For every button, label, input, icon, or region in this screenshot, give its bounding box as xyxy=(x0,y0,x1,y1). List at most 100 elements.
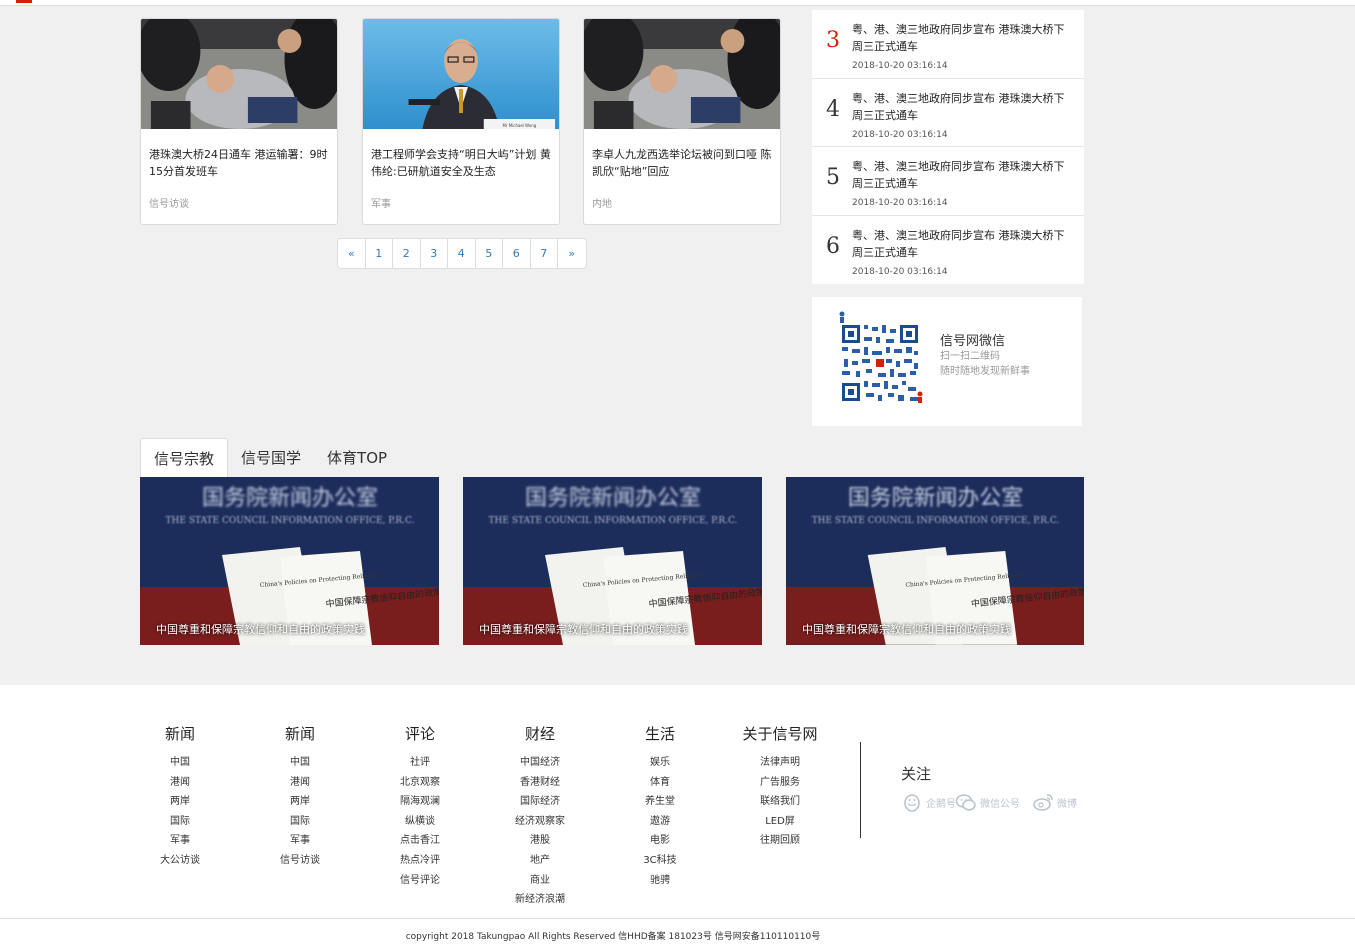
page-2-button[interactable]: 2 xyxy=(393,239,421,268)
footer-link[interactable]: 大公访谈 xyxy=(125,851,235,871)
ranking-item[interactable]: 4 粤、港、澳三地政府同步宣布 港珠澳大桥下周三正式通车 2018-10-20 … xyxy=(812,79,1084,147)
news-card[interactable]: Mr Michael Wong 港工程师学会支持“明日大屿”计划 黄伟纶:已研航… xyxy=(362,18,560,225)
footer-link[interactable]: 点击香江 xyxy=(365,831,475,851)
ranking-item[interactable]: 5 粤、港、澳三地政府同步宣布 港珠澳大桥下周三正式通车 2018-10-20 … xyxy=(812,147,1084,216)
banner-heading-cn: 国务院新闻办公室 xyxy=(848,486,1023,511)
footer-link[interactable]: 联络我们 xyxy=(725,792,835,812)
social-weibo[interactable]: 微博 xyxy=(1032,791,1077,813)
page-6-button[interactable]: 6 xyxy=(503,239,531,268)
social-wechat[interactable]: 微信公号 xyxy=(955,791,1020,813)
penguin-icon xyxy=(904,794,920,812)
copyright-text: copyright 2018 Takungpao All Rights Rese… xyxy=(405,932,821,942)
page-prev-button[interactable]: « xyxy=(338,239,366,268)
footer-link[interactable]: 遨游 xyxy=(605,812,715,832)
footer-link[interactable]: 驰骋 xyxy=(605,871,715,891)
card-category[interactable]: 信号访谈 xyxy=(149,195,189,210)
site-footer: 新闻 中国 港闻 两岸 国际 军事 大公访谈 新闻 中国 港闻 两岸 国际 军事… xyxy=(0,685,1355,948)
banner-heading-en: THE STATE COUNCIL INFORMATION OFFICE, P.… xyxy=(166,516,415,526)
feature-caption[interactable]: 中国尊重和保障宗教信仰和自由的政策实践 xyxy=(479,621,688,637)
footer-link[interactable]: 信号访谈 xyxy=(245,851,355,871)
footer-link[interactable]: 社评 xyxy=(365,753,475,773)
follow-label: 关注 xyxy=(901,765,932,783)
wechat-line-2: 随时随地发现新鲜事 xyxy=(940,366,1030,377)
footer-link[interactable]: 体育 xyxy=(605,773,715,793)
feature-banner[interactable]: 国务院新闻办公室 THE STATE COUNCIL INFORMATION O… xyxy=(463,477,762,645)
rank-title[interactable]: 粤、港、澳三地政府同步宣布 港珠澳大桥下周三正式通车 xyxy=(852,21,1066,55)
footer-link[interactable]: 国际经济 xyxy=(485,792,595,812)
page-5-button[interactable]: 5 xyxy=(476,239,503,268)
news-photo-scuffle xyxy=(141,19,337,129)
press-conference-image: 国务院新闻办公室 THE STATE COUNCIL INFORMATION O… xyxy=(786,477,1084,645)
feature-banner[interactable]: 国务院新闻办公室 THE STATE COUNCIL INFORMATION O… xyxy=(140,477,439,645)
news-card[interactable]: 李卓人九龙西选举论坛被问到口哑 陈凯欣“贴地”回应 内地 xyxy=(583,18,781,225)
wechat-subtitle: 扫一扫二维码 随时随地发现新鲜事 xyxy=(940,349,1030,379)
footer-link[interactable]: 两岸 xyxy=(125,792,235,812)
footer-link[interactable]: 港闻 xyxy=(125,773,235,793)
wechat-icon xyxy=(955,794,976,811)
footer-link[interactable]: 纵横谈 xyxy=(365,812,475,832)
card-title[interactable]: 港珠澳大桥24日通车 港运输署：9时15分首发班车 xyxy=(149,146,329,180)
rank-number: 3 xyxy=(826,28,840,53)
ranking-item[interactable]: 3 粤、港、澳三地政府同步宣布 港珠澳大桥下周三正式通车 2018-10-20 … xyxy=(812,10,1084,79)
page-7-button[interactable]: 7 xyxy=(531,239,558,268)
footer-link[interactable]: 热点冷评 xyxy=(365,851,475,871)
ranking-item[interactable]: 6 粤、港、澳三地政府同步宣布 港珠澳大桥下周三正式通车 2018-10-20 … xyxy=(812,216,1084,285)
rank-number: 4 xyxy=(826,96,840,122)
footer-link[interactable]: 广告服务 xyxy=(725,773,835,793)
page-1-button[interactable]: 1 xyxy=(366,239,393,268)
footer-link[interactable]: 法律声明 xyxy=(725,753,835,773)
topic-tabs: 信号宗教 信号国学 体育TOP xyxy=(140,438,400,477)
social-label: 企鹅号 xyxy=(926,798,956,810)
footer-link[interactable]: 娱乐 xyxy=(605,753,715,773)
footer-link[interactable]: 军事 xyxy=(125,831,235,851)
footer-link[interactable]: 新经济浪潮 xyxy=(485,890,595,910)
footer-link[interactable]: 军事 xyxy=(245,831,355,851)
footer-link[interactable]: 商业 xyxy=(485,871,595,891)
banner-heading-en: THE STATE COUNCIL INFORMATION OFFICE, P.… xyxy=(812,516,1060,526)
footer-column-news-2: 新闻 中国 港闻 两岸 国际 军事 信号访谈 xyxy=(245,723,355,871)
banner-heading-cn: 国务院新闻办公室 xyxy=(202,486,378,511)
footer-link[interactable]: 往期回顾 xyxy=(725,831,835,851)
footer-link[interactable]: 港股 xyxy=(485,831,595,851)
footer-link[interactable]: 港闻 xyxy=(245,773,355,793)
press-conference-image: 国务院新闻办公室 THE STATE COUNCIL INFORMATION O… xyxy=(140,477,439,645)
footer-link[interactable]: 信号评论 xyxy=(365,871,475,891)
card-category[interactable]: 内地 xyxy=(592,195,612,210)
footer-link[interactable]: 中国 xyxy=(245,753,355,773)
feature-caption[interactable]: 中国尊重和保障宗教信仰和自由的政策实践 xyxy=(802,621,1011,637)
news-photo-speaker: Mr Michael Wong xyxy=(363,19,559,129)
footer-link[interactable]: 经济观察家 xyxy=(485,812,595,832)
feature-banner[interactable]: 国务院新闻办公室 THE STATE COUNCIL INFORMATION O… xyxy=(786,477,1084,645)
footer-link[interactable]: 电影 xyxy=(605,831,715,851)
brand-mark xyxy=(16,0,32,3)
footer-link[interactable]: 两岸 xyxy=(245,792,355,812)
tab-sports-top[interactable]: 体育TOP xyxy=(314,438,400,477)
page-3-button[interactable]: 3 xyxy=(421,239,448,268)
social-penguin[interactable]: 企鹅号 xyxy=(901,791,956,813)
footer-column-opinion: 评论 社评 北京观察 隔海观澜 纵横谈 点击香江 热点冷评 信号评论 xyxy=(365,723,475,890)
card-category[interactable]: 军事 xyxy=(371,195,391,210)
rank-title[interactable]: 粤、港、澳三地政府同步宣布 港珠澳大桥下周三正式通车 xyxy=(852,227,1066,261)
footer-link[interactable]: 地产 xyxy=(485,851,595,871)
tab-religion[interactable]: 信号宗教 xyxy=(140,438,229,477)
footer-link[interactable]: 国际 xyxy=(245,812,355,832)
footer-link[interactable]: 3C科技 xyxy=(605,851,715,871)
footer-link[interactable]: 北京观察 xyxy=(365,773,475,793)
footer-link[interactable]: 养生堂 xyxy=(605,792,715,812)
footer-link[interactable]: 国际 xyxy=(125,812,235,832)
footer-link[interactable]: 中国 xyxy=(125,753,235,773)
news-card[interactable]: 港珠澳大桥24日通车 港运输署：9时15分首发班车 信号访谈 xyxy=(140,18,338,225)
rank-title[interactable]: 粤、港、澳三地政府同步宣布 港珠澳大桥下周三正式通车 xyxy=(852,158,1066,192)
feature-caption[interactable]: 中国尊重和保障宗教信仰和自由的政策实践 xyxy=(156,621,365,637)
footer-link[interactable]: 中国经济 xyxy=(485,753,595,773)
tab-guoxue[interactable]: 信号国学 xyxy=(228,438,314,477)
card-title[interactable]: 李卓人九龙西选举论坛被问到口哑 陈凯欣“贴地”回应 xyxy=(592,146,772,180)
page-next-button[interactable]: » xyxy=(558,239,586,268)
card-title[interactable]: 港工程师学会支持“明日大屿”计划 黄伟纶:已研航道安全及生态 xyxy=(371,146,551,180)
rank-timestamp: 2018-10-20 03:16:14 xyxy=(852,266,948,277)
footer-link[interactable]: LED屏 xyxy=(725,812,835,832)
page-4-button[interactable]: 4 xyxy=(448,239,476,268)
footer-link[interactable]: 隔海观澜 xyxy=(365,792,475,812)
footer-link[interactable]: 香港财经 xyxy=(485,773,595,793)
rank-title[interactable]: 粤、港、澳三地政府同步宣布 港珠澳大桥下周三正式通车 xyxy=(852,90,1066,124)
